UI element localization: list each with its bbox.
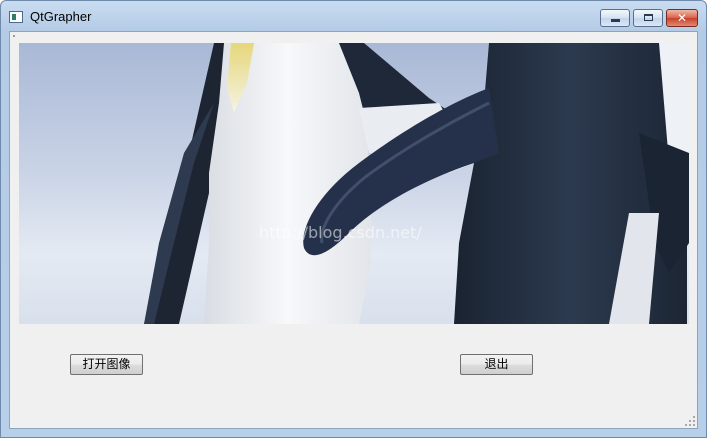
toolbar-strip: [10, 32, 697, 42]
image-display: http://blog.csdn.net/: [19, 43, 689, 324]
penguin-photo: http://blog.csdn.net/: [19, 43, 689, 324]
minimize-icon: [611, 19, 620, 22]
app-icon: [9, 11, 23, 23]
main-client-area: http://blog.csdn.net/ 打开图像 退出: [9, 31, 698, 429]
maximize-button[interactable]: [633, 9, 663, 27]
close-button[interactable]: ✕: [666, 9, 698, 27]
maximize-icon: [644, 14, 653, 21]
title-bar[interactable]: QtGrapher ✕: [1, 1, 706, 32]
close-icon: ✕: [676, 11, 688, 25]
image-watermark: http://blog.csdn.net/: [259, 223, 422, 242]
size-grip-icon[interactable]: [685, 416, 695, 426]
minimize-button[interactable]: [600, 9, 630, 27]
toolbar-grip-icon[interactable]: [13, 35, 15, 37]
app-window: QtGrapher ✕ http://blog.csdn.net/ 打开图像 退…: [0, 0, 707, 438]
exit-button[interactable]: 退出: [460, 354, 533, 375]
window-title: QtGrapher: [30, 9, 92, 24]
open-image-button[interactable]: 打开图像: [70, 354, 143, 375]
